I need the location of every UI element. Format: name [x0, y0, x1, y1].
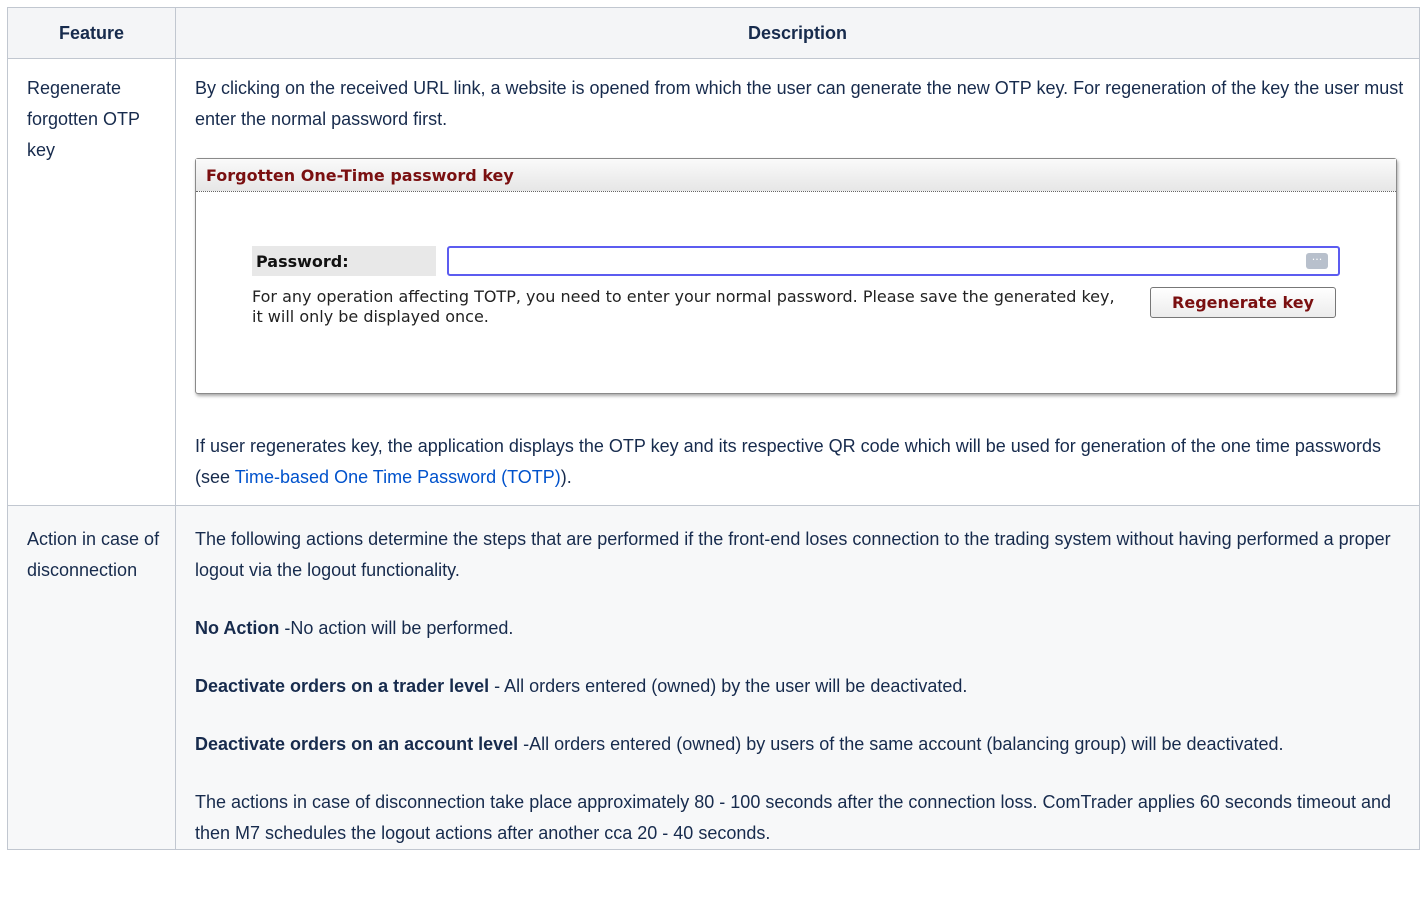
option-name: No Action	[195, 618, 280, 638]
option-text: -No action will be performed.	[279, 618, 514, 638]
description-cell: By clicking on the received URL link, a …	[175, 58, 1420, 506]
totp-link[interactable]: Time-based One Time Password (TOTP)	[235, 467, 561, 487]
option-text: -All orders entered (owned) by users of …	[518, 734, 1284, 754]
table-header-row: Feature Description	[7, 7, 1420, 59]
ellipsis-icon[interactable]: ···	[1306, 253, 1328, 269]
feature-cell: Regenerate forgotten OTP key	[7, 58, 176, 506]
description-column-header: Description	[175, 7, 1420, 59]
feature-cell: Action in case of disconnection	[7, 505, 176, 850]
description-cell: The following actions determine the step…	[175, 505, 1420, 850]
description-intro: By clicking on the received URL link, a …	[195, 78, 1404, 129]
form-title: Forgotten One-Time password key	[196, 159, 1396, 192]
description-intro: The following actions determine the step…	[195, 529, 1391, 580]
disconnection-note: The actions in case of disconnection tak…	[195, 792, 1392, 843]
option-trader-level: Deactivate orders on a trader level - Al…	[195, 671, 1409, 702]
table-row: Action in case of disconnection The foll…	[7, 505, 1420, 850]
option-text: - All orders entered (owned) by the user…	[489, 676, 968, 696]
option-name: Deactivate orders on a trader level	[195, 676, 490, 696]
password-label: Password:	[252, 246, 436, 276]
outro-end: ).	[560, 467, 572, 487]
option-no-action: No Action -No action will be performed.	[195, 613, 1409, 644]
regenerate-key-button[interactable]: Regenerate key	[1150, 287, 1336, 318]
password-help-text: For any operation affecting TOTP, you ne…	[252, 287, 1115, 326]
option-account-level: Deactivate orders on an account level -A…	[195, 729, 1409, 760]
description-outro: If user regenerates key, the application…	[195, 431, 1409, 493]
forgotten-otp-form-screenshot: Forgotten One-Time password key Password…	[195, 158, 1397, 394]
password-input[interactable]: ···	[447, 246, 1340, 276]
feature-column-header: Feature	[7, 7, 176, 59]
feature-table: Feature Description Regenerate forgotten…	[7, 7, 1420, 850]
table-row: Regenerate forgotten OTP key By clicking…	[7, 58, 1420, 506]
option-name: Deactivate orders on an account level	[195, 734, 519, 754]
